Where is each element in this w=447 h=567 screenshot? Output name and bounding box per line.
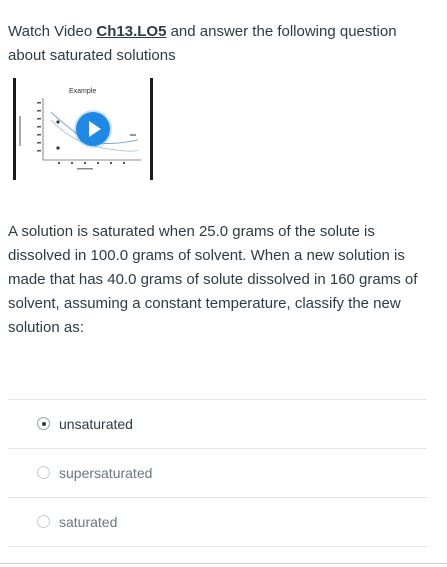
answer-label[interactable]: unsaturated (59, 416, 133, 432)
answer-label[interactable]: saturated (59, 514, 117, 530)
radio-button[interactable] (37, 466, 50, 479)
question-text: A solution is saturated when 25.0 grams … (8, 223, 418, 336)
answer-list: unsaturated supersaturated saturated (8, 399, 427, 547)
answer-option-supersaturated[interactable]: supersaturated (8, 448, 427, 497)
answer-option-saturated[interactable]: saturated (8, 497, 427, 547)
video-link[interactable]: Ch13.LO5 (96, 23, 166, 40)
intro-text-before: Watch Video (8, 23, 97, 40)
radio-button-selected[interactable] (37, 417, 50, 430)
answer-label[interactable]: supersaturated (59, 465, 152, 481)
video-thumbnail[interactable]: Example (13, 78, 153, 180)
question-intro: Watch Video Ch13.LO5 and answer the foll… (8, 20, 438, 68)
answer-option-unsaturated[interactable]: unsaturated (8, 399, 427, 448)
radio-button[interactable] (37, 515, 50, 528)
play-icon[interactable] (76, 112, 110, 146)
bottom-divider (0, 563, 447, 564)
